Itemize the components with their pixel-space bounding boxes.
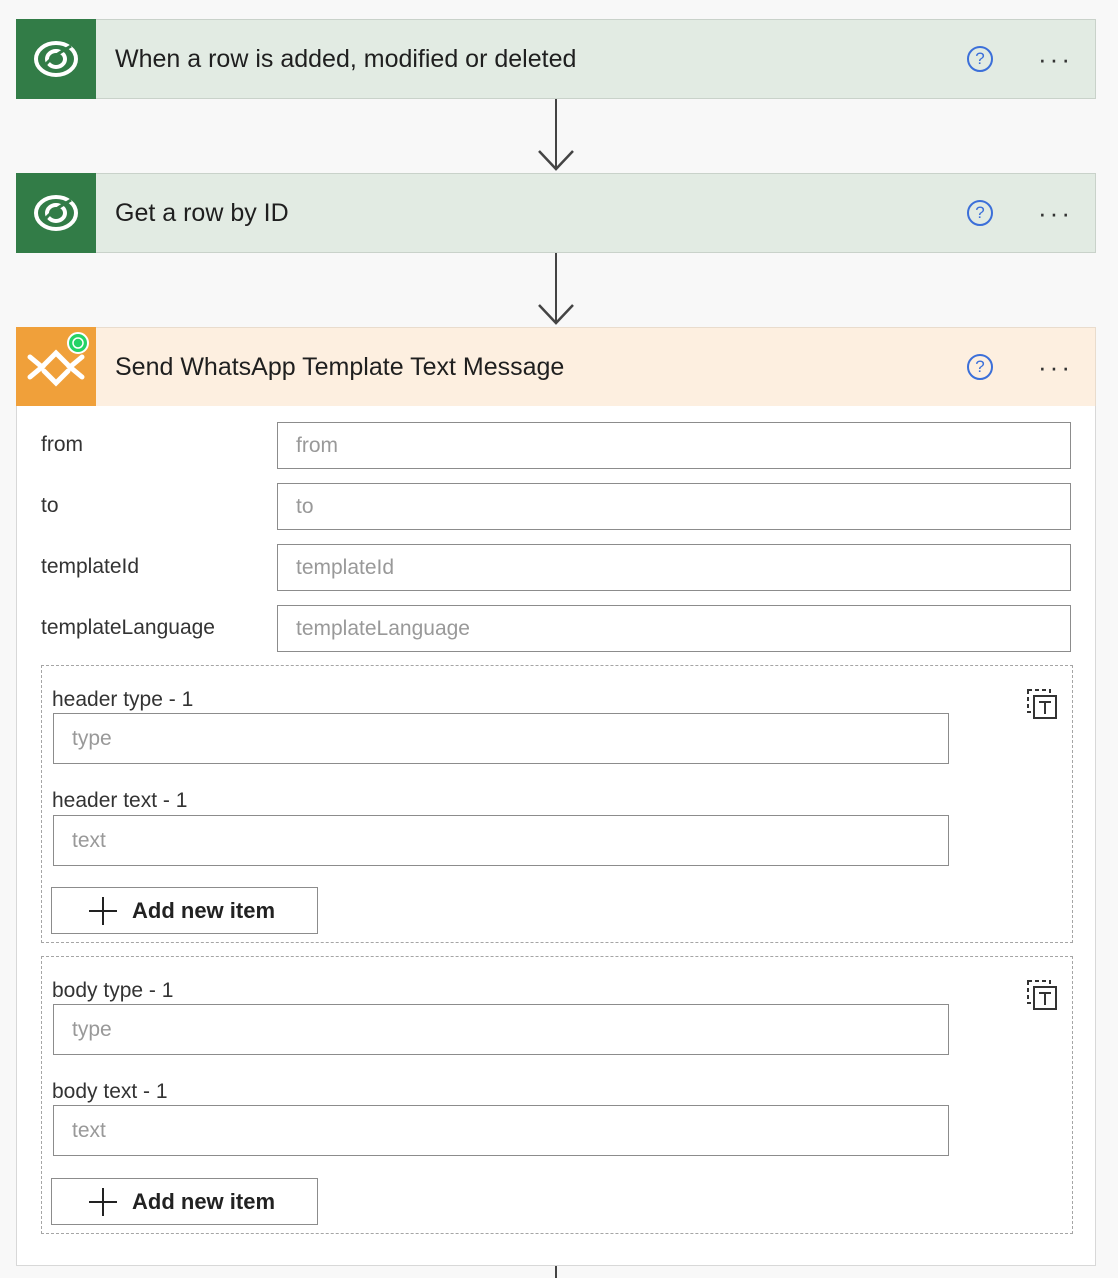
field-label-to: to <box>41 494 59 517</box>
more-options-icon[interactable]: ··· <box>1038 354 1073 380</box>
add-new-item-label: Add new item <box>132 897 276 923</box>
add-new-item-button[interactable]: Add new item <box>51 1178 318 1225</box>
to-input[interactable]: to <box>277 483 1071 530</box>
from-input[interactable]: from <box>277 422 1071 469</box>
help-icon[interactable]: ? <box>967 354 993 380</box>
header-array-group: header type - 1 type header text - 1 tex… <box>41 665 1073 943</box>
action-parameters: from from to to templateId templateId te… <box>16 406 1096 1266</box>
add-new-item-label: Add new item <box>132 1188 276 1214</box>
help-icon[interactable]: ? <box>967 200 993 226</box>
trigger-card-header[interactable]: When a row is added, modified or deleted… <box>16 19 1096 99</box>
template-id-input[interactable]: templateId <box>277 544 1071 591</box>
field-label-from: from <box>41 433 83 456</box>
header-text-input[interactable]: text <box>53 815 949 866</box>
field-label-template-id: templateId <box>41 555 140 578</box>
whatsapp-card-header[interactable]: Send WhatsApp Template Text Message ? ··… <box>16 327 1096 406</box>
connector-icon <box>16 327 96 406</box>
whatsapp-action-card[interactable]: Send WhatsApp Template Text Message ? ··… <box>16 327 1096 1266</box>
switch-input-mode-icon[interactable] <box>1026 979 1058 1011</box>
help-icon[interactable]: ? <box>967 46 993 72</box>
trigger-card[interactable]: When a row is added, modified or deleted… <box>16 19 1096 99</box>
plus-icon <box>88 896 118 926</box>
connector-arrow <box>538 253 574 325</box>
switch-input-mode-icon[interactable] <box>1026 688 1058 720</box>
body-text-label: body text - 1 <box>52 1080 168 1103</box>
template-language-input[interactable]: templateLanguage <box>277 605 1071 652</box>
step-title: When a row is added, modified or deleted <box>115 44 577 73</box>
dataverse-icon <box>16 19 96 99</box>
step-title: Send WhatsApp Template Text Message <box>115 352 565 381</box>
get-row-card-header[interactable]: Get a row by ID ? ··· <box>16 173 1096 253</box>
body-type-input[interactable]: type <box>53 1004 949 1055</box>
header-type-label: header type - 1 <box>52 688 194 711</box>
field-label-template-language: templateLanguage <box>41 616 215 639</box>
more-options-icon[interactable]: ··· <box>1038 200 1073 226</box>
connector-line <box>555 1266 557 1278</box>
connector-arrow <box>538 99 574 171</box>
add-new-item-button[interactable]: Add new item <box>51 887 318 934</box>
step-title: Get a row by ID <box>115 198 289 227</box>
header-text-label: header text - 1 <box>52 789 188 812</box>
header-type-input[interactable]: type <box>53 713 949 764</box>
dataverse-icon <box>16 173 96 253</box>
body-array-group: body type - 1 type body text - 1 text Ad… <box>41 956 1073 1234</box>
get-row-card[interactable]: Get a row by ID ? ··· <box>16 173 1096 253</box>
body-text-input[interactable]: text <box>53 1105 949 1156</box>
more-options-icon[interactable]: ··· <box>1038 46 1073 72</box>
plus-icon <box>88 1187 118 1217</box>
body-type-label: body type - 1 <box>52 979 174 1002</box>
